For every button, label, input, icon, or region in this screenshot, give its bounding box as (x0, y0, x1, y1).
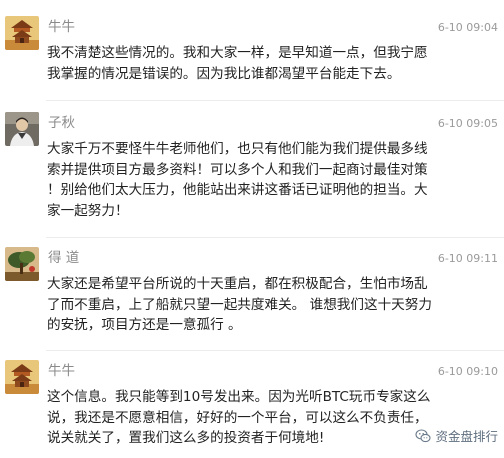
divider (46, 100, 504, 101)
comment-text: 大家还是希望平台所说的十天重启，都在积极配合，生怕市场乱 了而不重启，上了船就只… (47, 276, 432, 333)
divider (46, 237, 504, 238)
comment-author[interactable]: 牛牛 (48, 19, 75, 35)
comment-text: 大家千万不要怪牛牛老师他们，也只有他们能为我们提供最多线 索并提供项目方最多资料… (47, 141, 428, 219)
comment-author[interactable]: 得 道 (48, 250, 79, 266)
comment-author[interactable]: 牛牛 (48, 363, 75, 379)
avatar-person-icon[interactable] (5, 112, 39, 146)
divider (46, 350, 504, 351)
comment-list: 牛牛 6-10 09:04 我不清楚这些情况的。我和大家一样，是早知道一点，但我… (0, 0, 504, 458)
comment-time: 6-10 09:04 (437, 21, 498, 34)
avatar-pavilion-icon[interactable] (5, 16, 39, 50)
avatar-tree-icon[interactable] (5, 247, 39, 281)
wechat-icon (415, 428, 432, 442)
comment-time: 6-10 09:11 (437, 252, 498, 265)
watermark-text: 资金盘排行 (435, 429, 498, 444)
comment-author[interactable]: 子秋 (48, 115, 75, 131)
avatar-pavilion-icon[interactable] (5, 360, 39, 394)
comment-text: 我不清楚这些情况的。我和大家一样，是早知道一点，但我宁愿 我掌握的情况是错误的。… (47, 45, 428, 82)
comment-time: 6-10 09:10 (437, 365, 498, 378)
watermark: 资金盘排行 (415, 426, 498, 445)
comment-time: 6-10 09:05 (437, 117, 498, 130)
